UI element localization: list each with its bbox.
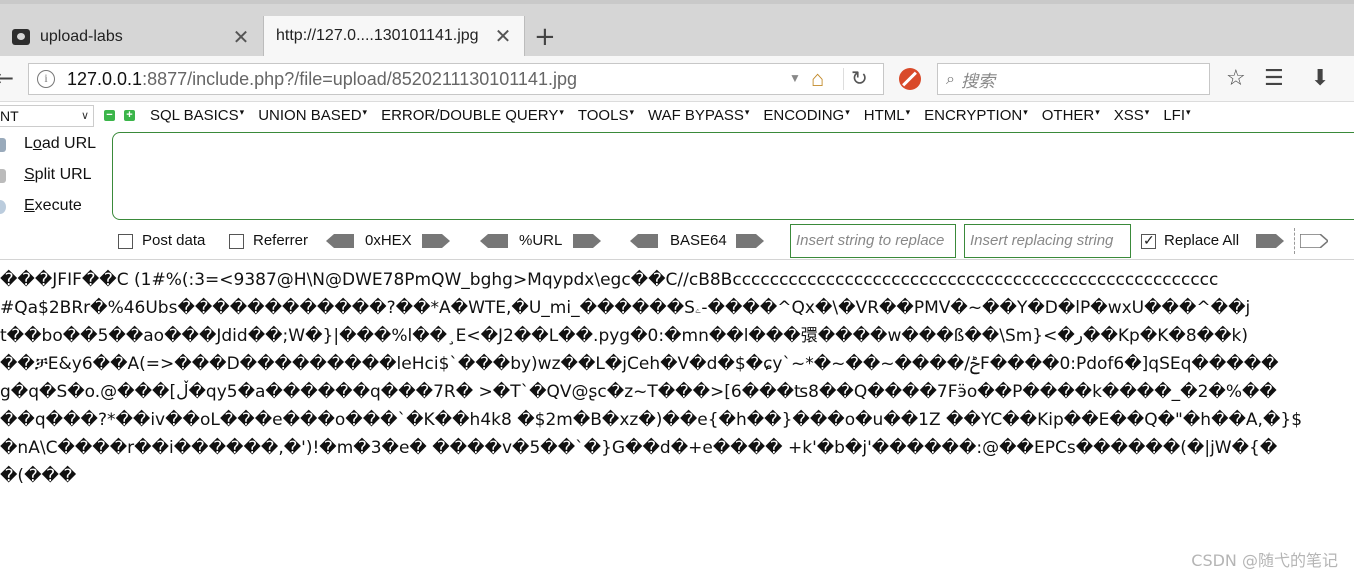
split-url-label: Split URL: [24, 166, 92, 183]
content-line: �(���: [0, 466, 77, 486]
url-label: %URL: [519, 232, 563, 249]
post-data-checkbox[interactable]: [118, 234, 133, 249]
replacing-string-input[interactable]: Insert replacing string: [964, 224, 1131, 258]
hackbar-options: Post data Referrer 0xHEX %URL BASE64 Ins…: [0, 224, 1354, 260]
tab-label: upload-labs: [40, 28, 123, 45]
library-icon[interactable]: ☰: [1264, 66, 1284, 91]
menu-xss[interactable]: XSS: [1114, 107, 1150, 124]
dropdown-icon[interactable]: ▼: [789, 71, 801, 85]
replace-all-label: Replace All: [1164, 232, 1240, 249]
content-line: ��q���?*��iv��oL���e���o���`�K��h4k8 �$2…: [0, 410, 1303, 430]
back-arrow-icon[interactable]: ←: [0, 64, 24, 94]
replace-all-checkbox[interactable]: [1141, 232, 1156, 249]
split-url-icon: [0, 169, 6, 183]
url-bar[interactable]: i 127.0.0.1 :8877/include.php?/file=uplo…: [28, 63, 884, 95]
tab-upload-labs[interactable]: upload-labs ✕: [0, 18, 262, 56]
url-decode-arrow-icon[interactable]: [480, 234, 508, 248]
referrer-checkbox[interactable]: [229, 234, 244, 249]
referrer-label: Referrer: [253, 232, 309, 249]
plus-icon[interactable]: +: [124, 110, 135, 121]
replace-all-arrow-icon[interactable]: [1300, 234, 1328, 248]
hex-label: 0xHEX: [365, 232, 412, 249]
minus-icon[interactable]: −: [104, 110, 115, 121]
search-placeholder: 搜索: [960, 71, 995, 92]
page-content: ���JFIF��C (1#%(:3=<9387@H\N@DWE78PmQW_b…: [0, 266, 1354, 490]
hackbar-url-textarea[interactable]: [112, 132, 1354, 220]
replace-string-input[interactable]: Insert string to replace: [790, 224, 956, 258]
content-line: ���JFIF��C (1#%(:3=<9387@H\N@DWE78PmQW_b…: [0, 270, 1219, 290]
menu-html[interactable]: HTML: [864, 107, 910, 124]
url-encode-arrow-icon[interactable]: [573, 234, 601, 248]
base64-label: BASE64: [670, 232, 727, 249]
content-line: ��ቻE&y6��A(=>���D���������leHci$`���by)w…: [0, 354, 1279, 374]
options-divider: [1294, 228, 1295, 254]
close-icon[interactable]: ✕: [492, 24, 514, 49]
tab-strip: upload-labs ✕ http://127.0....130101141.…: [0, 0, 1354, 56]
hex-decode-arrow-icon[interactable]: [326, 234, 354, 248]
home-icon[interactable]: ⌂: [811, 66, 824, 92]
menu-error-double-query[interactable]: ERROR/DOUBLE QUERY: [381, 107, 564, 124]
tab-label: http://127.0....130101141.jpg: [276, 27, 479, 44]
url-divider: [843, 68, 844, 90]
tab-image[interactable]: http://127.0....130101141.jpg ✕: [263, 16, 525, 56]
encoding-select[interactable]: NT ∨: [0, 105, 94, 127]
load-url-label: Load URL: [24, 135, 97, 152]
menu-union-based[interactable]: UNION BASED: [258, 107, 367, 124]
base64-decode-arrow-icon[interactable]: [630, 234, 658, 248]
replace-arrow-icon[interactable]: [1256, 234, 1284, 248]
close-icon[interactable]: ✕: [230, 25, 252, 50]
load-url-icon: [0, 138, 6, 152]
execute-label: Execute: [24, 197, 82, 214]
hex-encode-arrow-icon[interactable]: [422, 234, 450, 248]
favicon-icon: [12, 29, 30, 45]
reload-icon[interactable]: ↻: [851, 66, 868, 91]
menu-tools[interactable]: TOOLS: [578, 107, 634, 124]
content-line: t��bo��5��ao���Jdid��;W�}|���%l��¸E<�J2�…: [0, 326, 1248, 346]
hackbar-menus: SQL BASICS UNION BASED ERROR/DOUBLE QUER…: [150, 107, 1205, 124]
content-line: #Qa$2BRr�%46Ubs������������?��*A�WTE,�U_…: [0, 298, 1251, 318]
content-line: �nA\C����r��i������,�')!�m�3�e� ����v�5�…: [0, 438, 1278, 458]
url-path: :8877/include.php?/file=upload/852021113…: [142, 68, 577, 89]
search-icon: ⌕: [946, 69, 955, 88]
base64-encode-arrow-icon[interactable]: [736, 234, 764, 248]
select-value: NT: [0, 108, 19, 124]
navigation-bar: ← i 127.0.0.1 :8877/include.php?/file=up…: [0, 56, 1354, 102]
menu-encryption[interactable]: ENCRYPTION: [924, 107, 1028, 124]
content-line: g�q�S�o.@���[ڵ�qy5�a������q���7R� >�T`�Q…: [0, 382, 1277, 402]
chevron-down-icon: ∨: [80, 110, 89, 122]
post-data-label: Post data: [142, 232, 206, 249]
hackbar-menu: NT ∨ − + SQL BASICS UNION BASED ERROR/DO…: [0, 103, 1354, 129]
info-icon[interactable]: i: [37, 70, 55, 88]
download-icon[interactable]: ⬇: [1311, 66, 1329, 91]
watermark: CSDN @随弋的笔记: [1191, 551, 1338, 570]
execute-icon: [0, 200, 6, 214]
star-icon[interactable]: ☆: [1226, 66, 1246, 91]
tabstrip-top-line: [0, 0, 1354, 4]
menu-other[interactable]: OTHER: [1042, 107, 1100, 124]
new-tab-button[interactable]: +: [534, 22, 556, 52]
url-host: 127.0.0.1: [67, 68, 143, 89]
search-input[interactable]: ⌕ 搜索: [937, 63, 1210, 95]
menu-sql-basics[interactable]: SQL BASICS: [150, 107, 244, 124]
menu-lfi[interactable]: LFI: [1163, 107, 1190, 124]
hackbar-divider: [0, 259, 1354, 260]
blocked-icon[interactable]: [899, 68, 921, 90]
menu-encoding[interactable]: ENCODING: [763, 107, 849, 124]
menu-waf-bypass[interactable]: WAF BYPASS: [648, 107, 749, 124]
